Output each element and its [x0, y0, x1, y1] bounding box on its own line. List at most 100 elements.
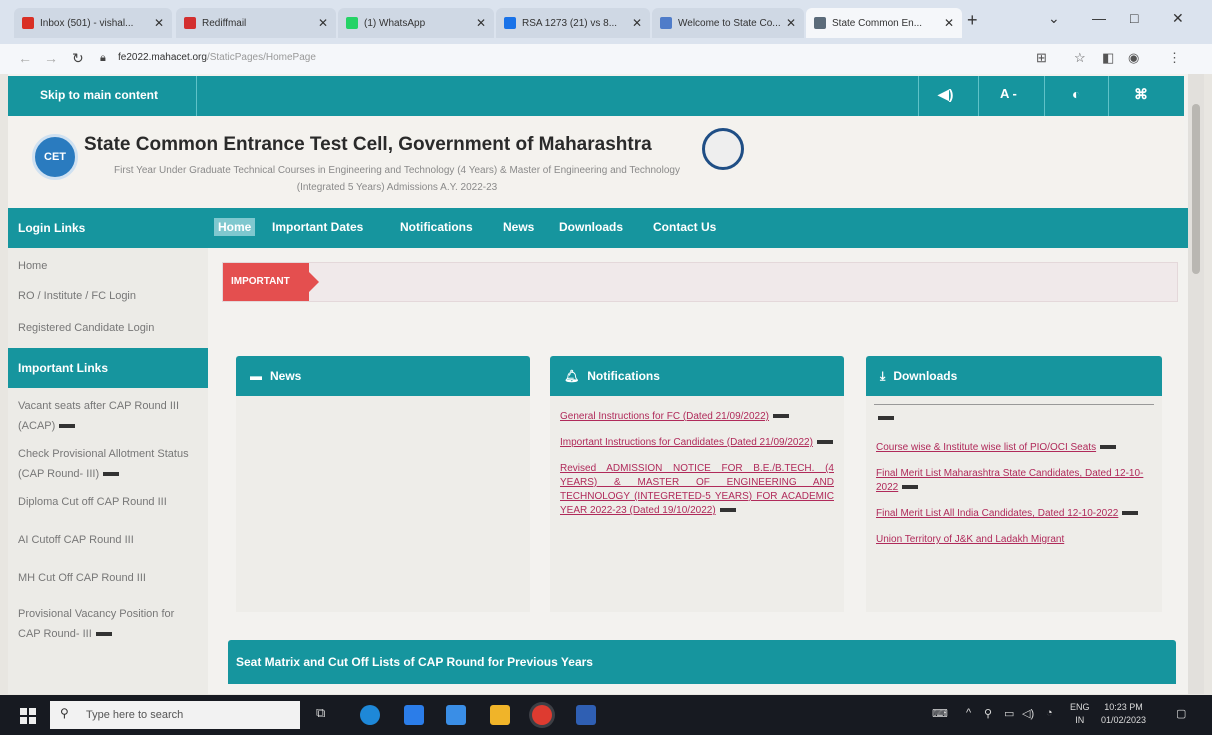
address-field[interactable]: fe2022.mahacet.org/StaticPages/HomePage — [118, 52, 316, 63]
browser-tab[interactable]: (1) WhatsApp ✕ — [338, 8, 494, 38]
sidebar-item-ro-login[interactable]: RO / Institute / FC Login — [8, 286, 208, 318]
nav-notifications[interactable]: Notifications — [400, 220, 473, 234]
nav-home[interactable]: Home — [214, 218, 256, 236]
translate-icon[interactable]: ⊞ — [1036, 50, 1047, 66]
windows-logo-pane — [29, 717, 36, 724]
browser-tab[interactable]: RSA 1273 (21) vs 8... ✕ — [496, 8, 650, 38]
network-icon[interactable]: ⚲ — [984, 707, 992, 720]
notifications-card-header: 🔔︎ Notifications — [550, 356, 844, 396]
divider — [196, 76, 197, 116]
browser-tab[interactable]: Inbox (501) - vishal... ✕ — [14, 8, 172, 38]
new-badge-icon — [816, 440, 833, 445]
bookmark-star-icon[interactable]: ☆ — [1074, 50, 1086, 66]
wifi-icon[interactable]: ◔ — [1046, 707, 1053, 719]
new-badge-icon — [719, 508, 736, 513]
close-icon[interactable]: ✕ — [154, 16, 164, 30]
back-icon[interactable]: ← — [18, 50, 32, 66]
sidebar-item-candidate-login[interactable]: Registered Candidate Login — [8, 318, 208, 348]
profile-avatar-icon[interactable]: ◉ — [1128, 50, 1139, 66]
download-link[interactable]: Final Merit List Maharashtra State Candi… — [876, 467, 1152, 495]
close-icon[interactable]: ✕ — [944, 16, 954, 30]
sidebar-item-ai-cutoff[interactable]: AI Cutoff CAP Round III — [8, 530, 208, 568]
divider — [918, 76, 919, 116]
bell-icon: 🔔︎ — [564, 369, 580, 383]
forward-icon[interactable]: → — [44, 50, 58, 66]
nav-news[interactable]: News — [503, 220, 534, 234]
new-badge-icon — [878, 409, 1150, 427]
taskbar-clock[interactable]: 10:23 PM 01/02/2023 — [1101, 701, 1146, 727]
sidebar-icon[interactable]: ◧ — [1102, 50, 1114, 66]
download-link[interactable]: Final Merit List All India Candidates, D… — [876, 507, 1152, 521]
divider — [1044, 76, 1045, 116]
skip-to-content-link[interactable]: Skip to main content — [40, 88, 158, 102]
close-icon[interactable]: ✕ — [318, 16, 328, 30]
site-subtitle: First Year Under Graduate Technical Cour… — [114, 165, 680, 193]
language-indicator[interactable]: ENG IN — [1070, 701, 1090, 727]
file-explorer-icon[interactable] — [490, 705, 510, 725]
new-badge-icon — [59, 424, 76, 429]
store-icon[interactable] — [446, 705, 466, 725]
sidebar-item-diploma-cutoff[interactable]: Diploma Cut off CAP Round III — [8, 492, 208, 530]
lock-icon[interactable]: 🔒︎ — [100, 52, 106, 65]
taskbar-search-input[interactable]: Type here to search — [50, 701, 300, 729]
notification-link[interactable]: General Instructions for FC (Dated 21/09… — [560, 410, 834, 424]
task-view-icon[interactable]: ⧉ — [316, 705, 336, 725]
close-icon[interactable]: ✕ — [786, 16, 796, 30]
seat-matrix-heading[interactable]: Seat Matrix and Cut Off Lists of CAP Rou… — [228, 640, 1176, 684]
sidebar-item-vacant-seats[interactable]: Vacant seats after CAP Round III (ACAP) — [8, 388, 208, 444]
nav-important-dates[interactable]: Important Dates — [272, 220, 363, 234]
main-nav: Home Important Dates Notifications News … — [208, 208, 1188, 248]
new-tab-button[interactable]: + — [967, 10, 978, 31]
browser-tab-active[interactable]: State Common En... ✕ — [806, 8, 962, 38]
search-icon: ⚲ — [60, 706, 69, 720]
keyboard-icon[interactable]: ⌨ — [932, 707, 948, 720]
left-sidebar: Login Links Home RO / Institute / FC Log… — [8, 208, 208, 694]
close-window-icon[interactable]: ✕ — [1172, 10, 1184, 27]
new-badge-icon — [103, 472, 120, 477]
sitemap-icon[interactable]: ⌘ — [1134, 86, 1148, 103]
login-links-heading: Login Links — [8, 208, 208, 248]
mail-icon[interactable] — [404, 705, 424, 725]
download-link[interactable]: Union Territory of J&K and Ladakh Migran… — [876, 533, 1152, 547]
new-badge-icon — [1122, 511, 1139, 516]
menu-kebab-icon[interactable]: ⋮ — [1168, 50, 1181, 66]
chrome-icon[interactable] — [532, 705, 552, 725]
edge-icon[interactable] — [360, 705, 380, 725]
cet-logo[interactable]: CET — [32, 134, 78, 180]
contrast-icon[interactable]: ◐ — [1072, 86, 1080, 102]
browser-tab[interactable]: Welcome to State Co... ✕ — [652, 8, 804, 38]
battery-icon[interactable]: ▭ — [1004, 707, 1014, 720]
top-utility-bar: Skip to main content ◀) A - ◐ ⌘ — [8, 76, 1184, 116]
sidebar-item-home[interactable]: Home — [8, 248, 208, 286]
new-badge-icon — [878, 415, 894, 420]
close-icon[interactable]: ✕ — [476, 16, 486, 30]
divider — [978, 76, 979, 116]
download-link[interactable]: Course wise & Institute wise list of PIO… — [876, 441, 1152, 455]
windows-start-icon[interactable] — [20, 708, 36, 724]
speaker-icon[interactable]: ◀) — [938, 86, 953, 103]
tab-search-icon[interactable]: ⌄ — [1048, 10, 1060, 27]
scrollbar-thumb[interactable] — [1192, 104, 1200, 274]
show-hidden-icons-icon[interactable]: ^ — [966, 707, 971, 719]
notifications-icon[interactable]: ▢ — [1176, 707, 1186, 720]
new-badge-icon — [1100, 445, 1117, 450]
important-links-heading: Important Links — [8, 348, 208, 388]
close-icon[interactable]: ✕ — [632, 16, 642, 30]
site-title: State Common Entrance Test Cell, Governm… — [84, 134, 652, 155]
sidebar-item-mh-cutoff[interactable]: MH Cut Off CAP Round III — [8, 568, 208, 604]
maximize-icon[interactable]: □ — [1130, 10, 1138, 26]
page-icon — [814, 17, 826, 29]
notification-link[interactable]: Revised ADMISSION NOTICE FOR B.E./B.TECH… — [560, 462, 834, 518]
nav-downloads[interactable]: Downloads — [559, 220, 623, 234]
browser-tab[interactable]: Rediffmail ✕ — [176, 8, 336, 38]
notification-link[interactable]: Important Instructions for Candidates (D… — [560, 436, 834, 450]
word-icon[interactable] — [576, 705, 596, 725]
nav-contact-us[interactable]: Contact Us — [653, 220, 716, 234]
reload-icon[interactable]: ↻ — [72, 50, 84, 67]
sidebar-item-allotment-status[interactable]: Check Provisional Allotment Status (CAP … — [8, 444, 208, 492]
page-scrollbar[interactable] — [1188, 74, 1204, 694]
sidebar-item-vacancy-position[interactable]: Provisional Vacancy Position for CAP Rou… — [8, 604, 208, 644]
volume-icon[interactable]: ◁) — [1022, 707, 1034, 720]
minimize-icon[interactable]: — — [1092, 10, 1106, 26]
font-size-button[interactable]: A - — [1000, 86, 1017, 101]
